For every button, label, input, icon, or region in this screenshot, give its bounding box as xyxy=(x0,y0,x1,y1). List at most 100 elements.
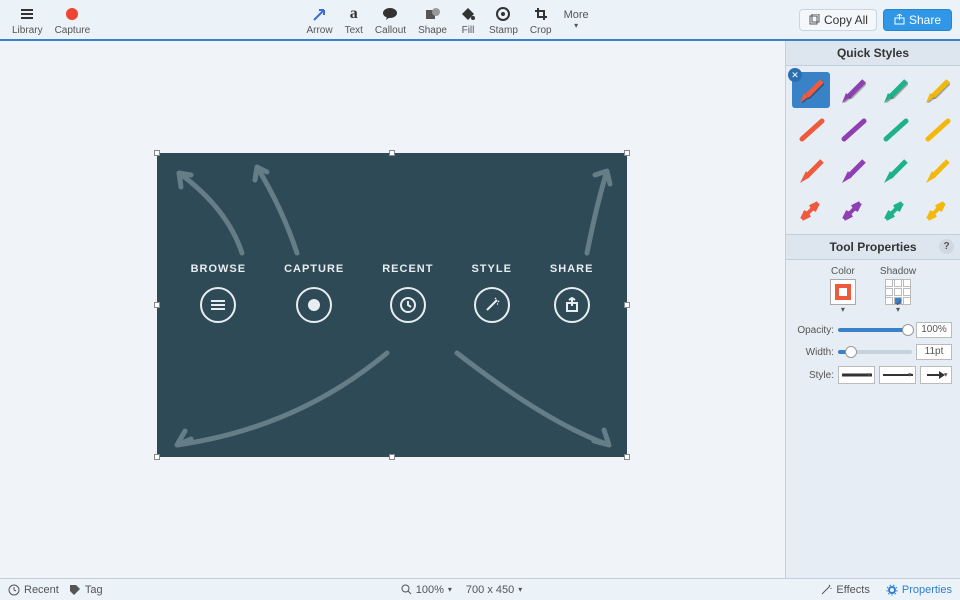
help-icon[interactable]: ? xyxy=(939,239,954,254)
canvas-area[interactable]: BROWSE CAPTURE RECENT STYLE SHARE xyxy=(0,41,785,578)
color-label: Color xyxy=(831,266,855,277)
quick-style-7[interactable] xyxy=(918,112,956,148)
library-label: Library xyxy=(12,25,43,36)
opacity-value[interactable]: 100% xyxy=(916,322,952,338)
search-icon xyxy=(401,584,412,595)
tool-arrow-label: Arrow xyxy=(306,25,332,36)
tool-fill-label: Fill xyxy=(462,25,475,36)
quick-style-9[interactable] xyxy=(834,152,872,188)
width-value[interactable]: 11pt xyxy=(916,344,952,360)
line-style-select[interactable] xyxy=(838,366,875,384)
browse-label: BROWSE xyxy=(191,263,247,275)
quick-style-11[interactable] xyxy=(918,152,956,188)
wand-icon xyxy=(474,287,510,323)
tool-callout-label: Callout xyxy=(375,25,406,36)
canvas-action-style[interactable]: STYLE xyxy=(471,263,511,323)
footer-recent[interactable]: Recent xyxy=(8,584,59,596)
tool-properties-title: Tool Properties xyxy=(829,240,916,254)
toolbar-left: Library Capture xyxy=(0,0,96,39)
chevron-down-icon: ▾ xyxy=(574,21,578,30)
quick-style-13[interactable] xyxy=(834,192,872,228)
canvas-action-recent[interactable]: RECENT xyxy=(382,263,433,323)
canvas-action-capture[interactable]: CAPTURE xyxy=(284,263,344,323)
opacity-label: Opacity: xyxy=(794,325,834,336)
tool-crop[interactable]: Crop xyxy=(524,0,558,39)
tool-more[interactable]: More ▾ xyxy=(558,0,595,39)
share-action-label: SHARE xyxy=(550,263,594,275)
quick-style-6[interactable] xyxy=(876,112,914,148)
quick-style-2[interactable] xyxy=(876,72,914,108)
zoom-control[interactable]: 100%▾ xyxy=(401,584,452,596)
quick-style-10[interactable] xyxy=(876,152,914,188)
footer-effects-label: Effects xyxy=(836,584,869,596)
share-button[interactable]: Share xyxy=(883,9,952,31)
toolbar: Library Capture Arrow a Text Callout Sha… xyxy=(0,0,960,41)
menu-icon xyxy=(18,5,36,23)
capture-button[interactable]: Capture xyxy=(49,0,97,39)
capture-circle-icon xyxy=(296,287,332,323)
head-style-select[interactable] xyxy=(920,366,952,384)
text-icon: a xyxy=(345,5,363,23)
recent-action-label: RECENT xyxy=(382,263,433,275)
dimensions-value: 700 x 450 xyxy=(466,584,514,596)
side-panel: Quick Styles Tool Properties ? Color ▾ S… xyxy=(785,41,960,578)
shadow-picker[interactable]: Shadow ✓ ▾ xyxy=(880,266,916,314)
quick-style-4[interactable] xyxy=(792,112,830,148)
quick-styles-title: Quick Styles xyxy=(837,46,909,60)
quick-style-15[interactable] xyxy=(918,192,956,228)
callout-icon xyxy=(381,5,399,23)
quick-styles-header: Quick Styles xyxy=(786,41,960,66)
tool-stamp-label: Stamp xyxy=(489,25,518,36)
browse-icon xyxy=(200,287,236,323)
canvas-image[interactable]: BROWSE CAPTURE RECENT STYLE SHARE xyxy=(157,153,627,457)
width-slider[interactable] xyxy=(838,350,912,354)
footer: Recent Tag 100%▾ 700 x 450▾ Effects Prop… xyxy=(0,578,960,600)
tool-stamp[interactable]: Stamp xyxy=(483,0,524,39)
more-label: More xyxy=(564,9,589,21)
clock-icon xyxy=(390,287,426,323)
tool-shape[interactable]: Shape xyxy=(412,0,453,39)
tool-crop-label: Crop xyxy=(530,25,552,36)
footer-tag-label: Tag xyxy=(85,584,103,596)
dimensions: 700 x 450▾ xyxy=(466,584,522,596)
quick-style-5[interactable] xyxy=(834,112,872,148)
tail-style-select[interactable] xyxy=(879,366,916,384)
color-swatch[interactable] xyxy=(830,279,856,305)
quick-style-0[interactable] xyxy=(792,72,830,108)
quick-style-1[interactable] xyxy=(834,72,872,108)
clock-icon xyxy=(8,584,20,596)
quick-style-12[interactable] xyxy=(792,192,830,228)
toolbar-right: Copy All Share xyxy=(799,0,960,39)
footer-properties-label: Properties xyxy=(902,584,952,596)
capture-action-label: CAPTURE xyxy=(284,263,344,275)
footer-recent-label: Recent xyxy=(24,584,59,596)
share-icon xyxy=(554,287,590,323)
canvas-action-share[interactable]: SHARE xyxy=(550,263,594,323)
stamp-icon xyxy=(494,5,512,23)
capture-label: Capture xyxy=(55,25,91,36)
tool-callout[interactable]: Callout xyxy=(369,0,412,39)
canvas-action-browse[interactable]: BROWSE xyxy=(191,263,247,323)
tool-fill[interactable]: Fill xyxy=(453,0,483,39)
opacity-slider[interactable] xyxy=(838,328,912,332)
quick-style-14[interactable] xyxy=(876,192,914,228)
tool-shape-label: Shape xyxy=(418,25,447,36)
library-button[interactable]: Library xyxy=(6,0,49,39)
record-icon xyxy=(63,5,81,23)
tool-arrow[interactable]: Arrow xyxy=(300,0,338,39)
footer-effects[interactable]: Effects xyxy=(820,584,869,596)
gear-icon xyxy=(886,584,898,596)
copy-all-label: Copy All xyxy=(824,13,868,27)
quick-styles-grid xyxy=(786,66,960,234)
color-picker[interactable]: Color ▾ xyxy=(830,266,856,314)
footer-properties[interactable]: Properties xyxy=(886,584,952,596)
quick-style-8[interactable] xyxy=(792,152,830,188)
shadow-label: Shadow xyxy=(880,266,916,277)
quick-style-3[interactable] xyxy=(918,72,956,108)
style-row: Style: xyxy=(794,366,952,384)
copy-all-button[interactable]: Copy All xyxy=(799,9,877,31)
wand-icon xyxy=(820,584,832,596)
footer-tag[interactable]: Tag xyxy=(69,584,103,596)
tool-text[interactable]: a Text xyxy=(339,0,369,39)
shadow-grid[interactable]: ✓ xyxy=(885,279,911,305)
